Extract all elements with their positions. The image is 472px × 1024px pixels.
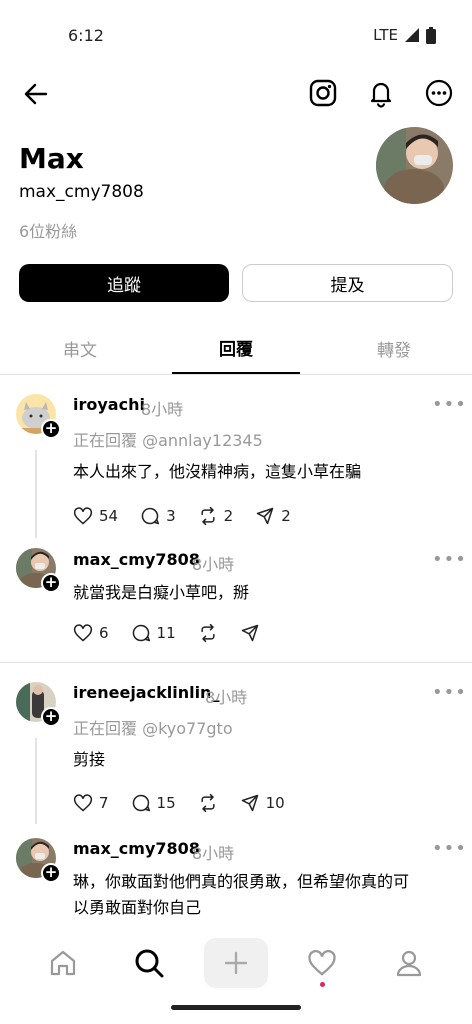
- signal-icon: [405, 28, 419, 42]
- more-circle-icon[interactable]: [424, 78, 454, 108]
- repost-button[interactable]: 2: [198, 506, 234, 526]
- status-time: 6:12: [68, 26, 104, 45]
- nav-profile[interactable]: [379, 938, 439, 988]
- share-icon: [241, 624, 258, 642]
- like-button[interactable]: 7: [73, 793, 109, 813]
- follow-button[interactable]: 追蹤: [19, 264, 229, 302]
- comment-icon: [141, 507, 160, 525]
- post-actions: 6 11: [73, 623, 282, 643]
- heart-icon: [73, 794, 93, 812]
- instagram-icon[interactable]: [308, 78, 338, 108]
- post-text: 就當我是白癡小草吧，掰: [73, 583, 250, 602]
- nav-create[interactable]: [204, 938, 268, 988]
- tab-reposts[interactable]: 轉發: [330, 322, 458, 374]
- more-options-icon[interactable]: •••: [432, 838, 467, 859]
- repost-icon: [201, 623, 215, 643]
- post-text: 琳，你敢面對他們真的很勇敢，但希望你真的可 以勇敢面對你自己: [73, 869, 463, 921]
- nav-search[interactable]: [119, 938, 179, 988]
- more-options-icon[interactable]: •••: [432, 549, 467, 570]
- post-actions: 7 15 10: [73, 793, 307, 813]
- heart-icon: [73, 507, 93, 525]
- bottom-navigation: [0, 930, 472, 994]
- more-options-icon[interactable]: •••: [432, 394, 467, 415]
- share-icon: [241, 794, 258, 812]
- thread-line: [35, 738, 37, 824]
- post-text: 剪接: [73, 750, 106, 769]
- network-label: LTE: [373, 26, 398, 44]
- thread-divider: [0, 662, 472, 663]
- tab-threads[interactable]: 串文: [16, 322, 144, 374]
- comment-count: 15: [156, 794, 176, 812]
- like-count: 6: [99, 624, 109, 642]
- status-indicators: LTE: [373, 26, 436, 44]
- post-text: 本人出來了，他沒精神病，這隻小草在騙: [73, 462, 362, 481]
- follow-plus-icon[interactable]: +: [41, 707, 61, 727]
- share-count: 2: [281, 507, 291, 525]
- tab-replies[interactable]: 回覆: [172, 322, 300, 374]
- thread-line: [35, 450, 37, 538]
- mention-button[interactable]: 提及: [242, 264, 453, 302]
- like-count: 7: [99, 794, 109, 812]
- comment-button[interactable]: 11: [131, 623, 176, 643]
- home-icon: [50, 950, 76, 976]
- battery-icon: [426, 26, 436, 44]
- notification-dot: [320, 982, 325, 987]
- like-count: 54: [99, 507, 119, 525]
- status-bar: 6:12 LTE: [0, 0, 472, 72]
- heart-icon: [308, 950, 336, 976]
- more-options-icon[interactable]: •••: [432, 682, 467, 703]
- post-time: 8小時: [192, 844, 235, 863]
- replying-to[interactable]: 正在回覆 @kyo77gto: [73, 715, 233, 739]
- username[interactable]: max_cmy7808: [73, 550, 200, 569]
- post-text-line: 以勇敢面對你自己: [73, 898, 202, 917]
- share-button[interactable]: [240, 623, 260, 643]
- share-button[interactable]: 2: [255, 506, 291, 526]
- username[interactable]: max_cmy7808: [73, 839, 200, 858]
- profile-icon: [396, 950, 422, 977]
- followers-count[interactable]: 6位粉絲: [19, 218, 77, 242]
- comment-icon: [132, 794, 150, 812]
- post-time: 8小時: [192, 555, 235, 574]
- back-arrow-icon[interactable]: [22, 80, 50, 108]
- profile-avatar[interactable]: [376, 127, 453, 204]
- plus-icon: [224, 951, 248, 975]
- replying-to[interactable]: 正在回覆 @annlay12345: [73, 427, 263, 451]
- bell-icon[interactable]: [366, 78, 396, 108]
- repost-icon: [201, 506, 215, 526]
- nav-activity[interactable]: [292, 938, 352, 988]
- post-time: 8小時: [141, 400, 184, 419]
- repost-button[interactable]: [198, 623, 218, 643]
- username[interactable]: ireneejacklinlin_: [73, 683, 219, 702]
- post-time: 8小時: [205, 688, 248, 707]
- top-bar: [0, 74, 472, 114]
- follow-plus-icon[interactable]: +: [41, 419, 61, 439]
- profile-handle: max_cmy7808: [19, 182, 144, 202]
- comment-count: 11: [156, 624, 176, 642]
- comment-button[interactable]: 15: [131, 793, 176, 813]
- like-button[interactable]: 6: [73, 623, 109, 643]
- post-text-line: 琳，你敢面對他們真的很勇敢，但希望你真的可: [73, 872, 410, 891]
- follow-plus-icon[interactable]: +: [41, 863, 61, 883]
- post-actions: 54 3 2 2: [73, 506, 313, 526]
- comment-icon: [132, 624, 150, 642]
- profile-name: Max: [19, 142, 84, 175]
- comment-button[interactable]: 3: [140, 506, 176, 526]
- heart-icon: [73, 624, 93, 642]
- repost-button[interactable]: [198, 793, 218, 813]
- home-indicator[interactable]: [171, 1005, 301, 1010]
- comment-count: 3: [166, 507, 176, 525]
- repost-count: 2: [223, 507, 234, 525]
- share-icon: [256, 507, 274, 525]
- like-button[interactable]: 54: [73, 506, 118, 526]
- follow-plus-icon[interactable]: +: [41, 573, 61, 593]
- nav-home[interactable]: [33, 938, 93, 988]
- share-button[interactable]: 10: [240, 793, 285, 813]
- profile-tabs: 串文 回覆 轉發: [0, 322, 472, 375]
- username[interactable]: iroyachi: [73, 395, 145, 414]
- share-count: 10: [265, 794, 285, 812]
- repost-icon: [201, 793, 215, 813]
- search-icon: [135, 949, 164, 978]
